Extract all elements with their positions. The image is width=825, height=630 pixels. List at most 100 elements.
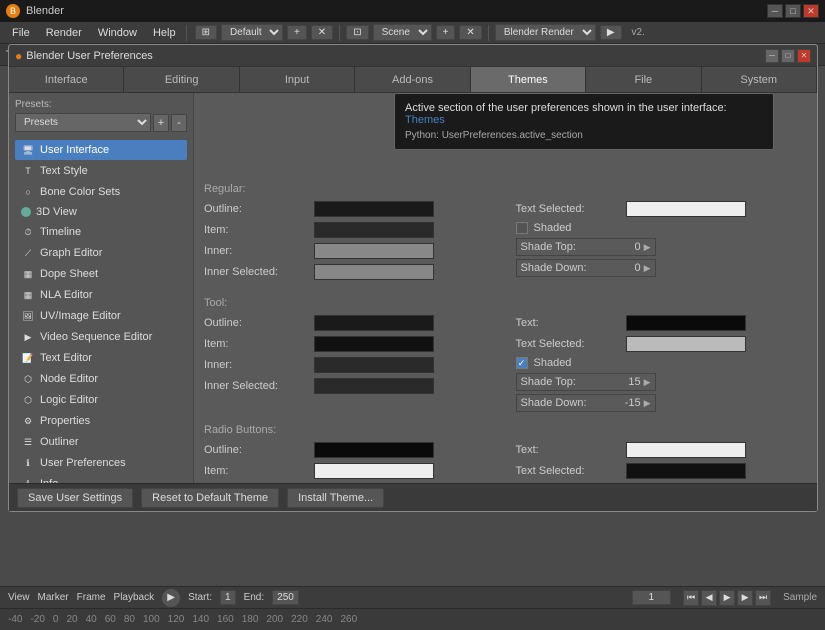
marker-menu[interactable]: Marker: [38, 592, 69, 603]
tool-shade-down-arrow: ▶: [644, 398, 651, 409]
cross-btn[interactable]: ✕: [311, 25, 333, 40]
user-preferences-label: User Preferences: [40, 457, 126, 469]
sidebar-item-text-editor[interactable]: 📝 Text Editor: [15, 348, 187, 368]
tab-themes[interactable]: Themes: [471, 67, 586, 92]
tool-text-label: Text:: [516, 317, 626, 329]
renderer-select[interactable]: Blender Render: [495, 24, 596, 41]
radio-item-label: Item:: [204, 465, 314, 477]
tab-editing[interactable]: Editing: [124, 67, 239, 92]
sidebar-item-logic-editor[interactable]: ⬡ Logic Editor: [15, 390, 187, 410]
tool-item-swatch[interactable]: [314, 336, 434, 352]
frame-menu[interactable]: Frame: [77, 592, 106, 603]
regular-shaded-row: Shaded: [516, 222, 808, 234]
tool-inner-selected-swatch[interactable]: [314, 378, 434, 394]
skip-start-btn[interactable]: ⏮: [683, 590, 699, 606]
playback-menu[interactable]: Playback: [114, 592, 155, 603]
tool-shaded-checkbox[interactable]: ✓: [516, 357, 528, 369]
grid-btn[interactable]: ⊞: [195, 25, 217, 40]
close-button[interactable]: ✕: [803, 4, 819, 18]
view-menu[interactable]: View: [8, 592, 30, 603]
radio-section: Radio Buttons: Outline: Item:: [204, 424, 807, 483]
sidebar-item-bone-color-sets[interactable]: ○ Bone Color Sets: [15, 182, 187, 202]
regular-outline-swatch[interactable]: [314, 201, 434, 217]
regular-shade-top[interactable]: Shade Top: 0 ▶: [516, 238, 656, 256]
menu-file[interactable]: File: [4, 25, 38, 41]
reset-button[interactable]: Reset to Default Theme: [141, 488, 279, 508]
sidebar-item-user-preferences[interactable]: ℹ User Preferences: [15, 453, 187, 473]
regular-shaded-label: Shaded: [534, 222, 572, 234]
sidebar-item-video-sequence-editor[interactable]: ▶ Video Sequence Editor: [15, 327, 187, 347]
save-button[interactable]: Save User Settings: [17, 488, 133, 508]
presets-add[interactable]: +: [153, 114, 169, 132]
start-value[interactable]: 1: [220, 590, 236, 605]
play-reverse-btn[interactable]: ▶: [719, 590, 735, 606]
scene-icon[interactable]: ⊡: [346, 25, 368, 40]
tool-shade-top[interactable]: Shade Top: 15 ▶: [516, 373, 656, 391]
sidebar-item-uv-image-editor[interactable]: 🖼 UV/Image Editor: [15, 306, 187, 326]
menu-render[interactable]: Render: [38, 25, 90, 41]
radio-text-selected-swatch[interactable]: [626, 463, 746, 479]
regular-shade-down[interactable]: Shade Down: 0 ▶: [516, 259, 656, 277]
radio-text-swatch[interactable]: [626, 442, 746, 458]
radio-item-swatch[interactable]: [314, 463, 434, 479]
sidebar-item-user-interface[interactable]: 🖥 User Interface: [15, 140, 187, 160]
minimize-button[interactable]: ─: [767, 4, 783, 18]
radio-text-selected-label: Text Selected:: [516, 465, 626, 477]
dialog-maximize[interactable]: □: [781, 49, 795, 63]
scene-select[interactable]: Scene: [373, 24, 432, 41]
sidebar-item-properties[interactable]: ⚙ Properties: [15, 411, 187, 431]
menu-window[interactable]: Window: [90, 25, 145, 41]
tool-outline-swatch[interactable]: [314, 315, 434, 331]
tab-file[interactable]: File: [586, 67, 701, 92]
install-button[interactable]: Install Theme...: [287, 488, 384, 508]
video-sequence-editor-icon: ▶: [21, 330, 35, 344]
tool-shade-down[interactable]: Shade Down: -15 ▶: [516, 394, 656, 412]
renderer-arrow[interactable]: ▶: [600, 25, 622, 40]
plus-btn[interactable]: +: [287, 25, 307, 40]
dialog-minimize[interactable]: ─: [765, 49, 779, 63]
prev-frame-btn[interactable]: ◀: [701, 590, 717, 606]
regular-inner-swatch[interactable]: [314, 243, 434, 259]
properties-label: Properties: [40, 415, 90, 427]
tab-addons[interactable]: Add-ons: [355, 67, 470, 92]
tool-text-swatch[interactable]: [626, 315, 746, 331]
skip-end-btn[interactable]: ⏭: [755, 590, 771, 606]
current-frame[interactable]: 1: [632, 590, 672, 605]
sidebar-item-graph-editor[interactable]: ⟋ Graph Editor: [15, 243, 187, 263]
sidebar-item-node-editor[interactable]: ⬡ Node Editor: [15, 369, 187, 389]
sidebar-item-nla-editor[interactable]: ▦ NLA Editor: [15, 285, 187, 305]
dialog-icon: ●: [15, 49, 22, 63]
version-label: v2.: [632, 27, 645, 38]
next-frame-btn[interactable]: ▶: [737, 590, 753, 606]
sidebar-item-outliner[interactable]: ☰ Outliner: [15, 432, 187, 452]
app-title: Blender: [26, 5, 64, 17]
default-select[interactable]: Default: [221, 24, 283, 41]
regular-text-selected-swatch[interactable]: [626, 201, 746, 217]
sidebar-item-dope-sheet[interactable]: ▦ Dope Sheet: [15, 264, 187, 284]
sidebar-item-timeline[interactable]: ⏱ Timeline: [15, 222, 187, 242]
tool-inner-swatch[interactable]: [314, 357, 434, 373]
play-btn[interactable]: ▶: [162, 589, 180, 607]
radio-outline-swatch[interactable]: [314, 442, 434, 458]
tooltip: Active section of the user preferences s…: [394, 93, 774, 150]
regular-title: Regular:: [204, 183, 807, 195]
scene-cross-btn[interactable]: ✕: [459, 25, 481, 40]
dialog-close[interactable]: ✕: [797, 49, 811, 63]
maximize-button[interactable]: □: [785, 4, 801, 18]
tab-input[interactable]: Input: [240, 67, 355, 92]
app-icon: B: [6, 4, 20, 18]
end-value[interactable]: 250: [272, 590, 299, 605]
scene-plus-btn[interactable]: +: [436, 25, 456, 40]
tool-text-selected-swatch[interactable]: [626, 336, 746, 352]
tab-system[interactable]: System: [702, 67, 817, 92]
sidebar-item-info[interactable]: ℹ Info: [15, 474, 187, 483]
sidebar-item-text-style[interactable]: T Text Style: [15, 161, 187, 181]
regular-inner-selected-swatch[interactable]: [314, 264, 434, 280]
presets-remove[interactable]: -: [171, 114, 187, 132]
menu-help[interactable]: Help: [145, 25, 184, 41]
presets-select[interactable]: Presets: [15, 113, 151, 132]
regular-shaded-checkbox[interactable]: [516, 222, 528, 234]
regular-item-swatch[interactable]: [314, 222, 434, 238]
sidebar-item-3d-view[interactable]: 3D View: [15, 203, 187, 221]
tab-interface[interactable]: Interface: [9, 67, 124, 92]
